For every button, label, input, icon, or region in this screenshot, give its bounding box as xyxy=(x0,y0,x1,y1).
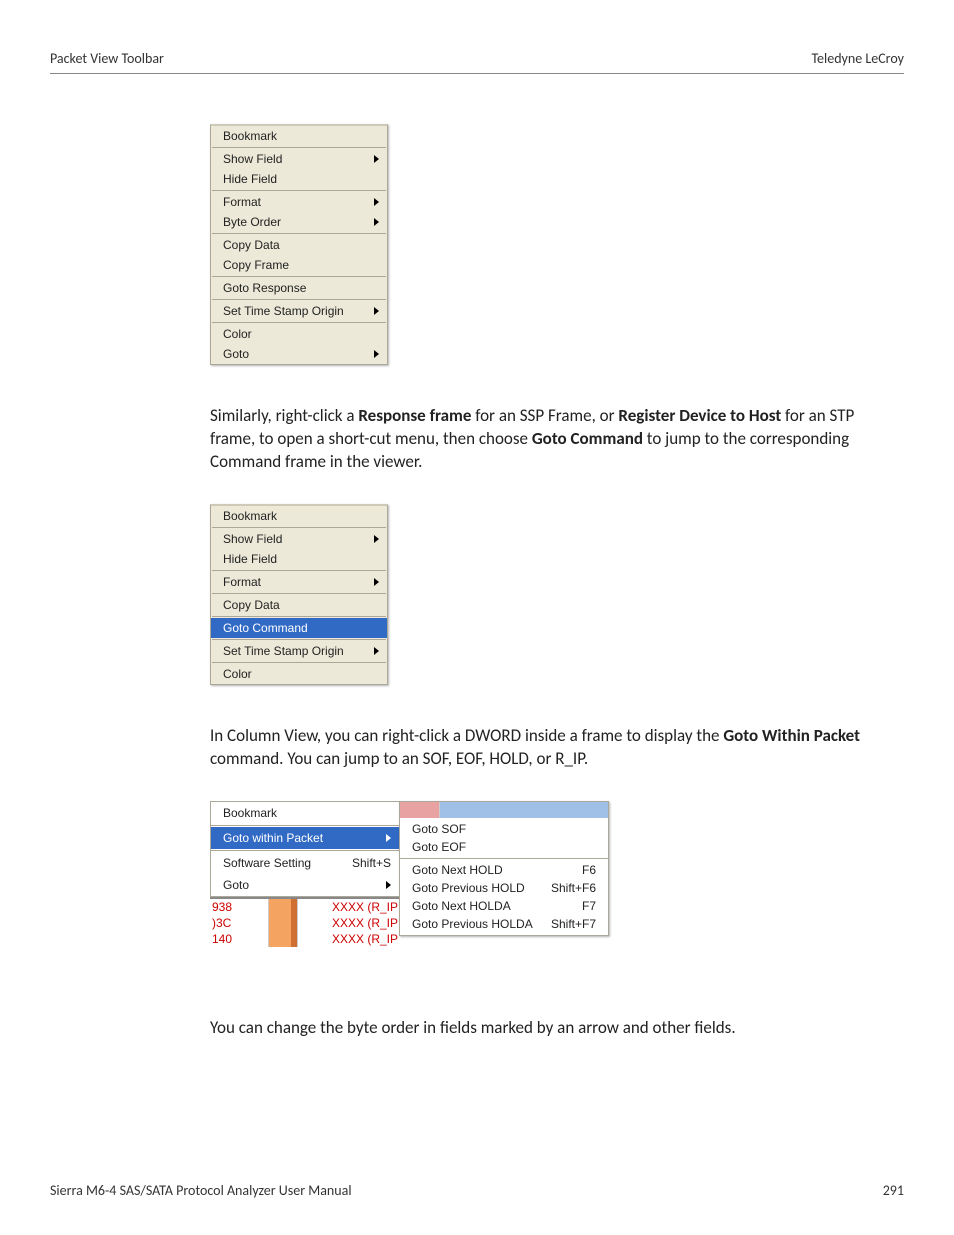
data-row: )3CXXXX (R_IP xyxy=(210,915,400,931)
menu-separator xyxy=(212,639,386,640)
submenu-arrow-icon xyxy=(374,155,379,163)
menu-separator xyxy=(212,147,386,148)
shortcut-label: F6 xyxy=(582,863,596,877)
data-cell-bar xyxy=(268,931,298,947)
submenu-arrow-icon xyxy=(374,218,379,226)
submenu-arrow-icon xyxy=(386,834,391,842)
menu-separator xyxy=(212,299,386,300)
submenu-arrow-icon xyxy=(374,307,379,315)
context-menu-3-with-submenu: Bookmark Goto within Packet Software Set… xyxy=(210,801,864,947)
submenu-item-goto-sof[interactable]: Goto SOF xyxy=(400,820,608,838)
submenu-arrow-icon xyxy=(374,647,379,655)
menu-item-byte-order[interactable]: Byte Order xyxy=(211,212,387,232)
data-cell-bar xyxy=(268,915,298,931)
submenu-arrow-icon xyxy=(386,881,391,889)
menu-separator xyxy=(212,662,386,663)
data-row: 140XXXX (R_IP xyxy=(210,931,400,947)
goto-within-packet-submenu: Goto SOF Goto EOF Goto Next HOLDF6 Goto … xyxy=(399,801,609,936)
submenu-item-next-hold[interactable]: Goto Next HOLDF6 xyxy=(400,861,608,879)
menu-separator xyxy=(212,233,386,234)
submenu-header-bar xyxy=(400,802,608,818)
submenu-item-next-holda[interactable]: Goto Next HOLDAF7 xyxy=(400,897,608,915)
submenu-item-goto-eof[interactable]: Goto EOF xyxy=(400,838,608,856)
menu-item-hide-field[interactable]: Hide Field xyxy=(211,169,387,189)
menu-item-color[interactable]: Color xyxy=(211,324,387,344)
menu-item-show-field[interactable]: Show Field xyxy=(211,149,387,169)
menu-separator xyxy=(212,616,386,617)
paragraph-1: Similarly, right-click a Response frame … xyxy=(210,405,864,474)
menu-item-copy-data[interactable]: Copy Data xyxy=(211,595,387,615)
data-cell-bar xyxy=(268,899,298,915)
menu-separator xyxy=(212,190,386,191)
shortcut-label: F7 xyxy=(582,899,596,913)
data-row: 938XXXX (R_IP xyxy=(210,899,400,915)
menu-item-copy-data[interactable]: Copy Data xyxy=(211,235,387,255)
shortcut-label: Shift+F7 xyxy=(551,917,596,931)
submenu-arrow-icon xyxy=(374,350,379,358)
page-header: Packet View Toolbar Teledyne LeCroy xyxy=(50,50,904,74)
menu-separator xyxy=(400,858,608,859)
submenu-arrow-icon xyxy=(374,578,379,586)
menu-item-show-field[interactable]: Show Field xyxy=(211,529,387,549)
footer-page-number: 291 xyxy=(883,1182,904,1199)
menu-item-copy-frame[interactable]: Copy Frame xyxy=(211,255,387,275)
shortcut-label: Shift+S xyxy=(352,856,391,870)
menu-item-bookmark[interactable]: Bookmark xyxy=(211,506,387,526)
menu-item-goto[interactable]: Goto xyxy=(211,874,399,896)
header-left: Packet View Toolbar xyxy=(50,50,164,67)
footer-left: Sierra M6-4 SAS/SATA Protocol Analyzer U… xyxy=(50,1182,352,1199)
shortcut-label: Shift+F6 xyxy=(551,881,596,895)
menu-item-goto-command[interactable]: Goto Command xyxy=(211,618,387,638)
menu-separator xyxy=(212,570,386,571)
submenu-arrow-icon xyxy=(374,535,379,543)
packet-data-rows: 938XXXX (R_IP )3CXXXX (R_IP 140XXXX (R_I… xyxy=(210,897,400,947)
page-footer: Sierra M6-4 SAS/SATA Protocol Analyzer U… xyxy=(50,1182,904,1199)
menu-separator xyxy=(212,593,386,594)
menu-item-goto-response[interactable]: Goto Response xyxy=(211,278,387,298)
menu-item-bookmark[interactable]: Bookmark xyxy=(211,802,399,824)
paragraph-3: You can change the byte order in fields … xyxy=(210,1017,864,1040)
menu-separator xyxy=(211,825,399,826)
menu-item-format[interactable]: Format xyxy=(211,192,387,212)
menu-item-goto-within-packet[interactable]: Goto within Packet xyxy=(211,827,399,849)
menu-separator xyxy=(212,527,386,528)
submenu-item-prev-holda[interactable]: Goto Previous HOLDAShift+F7 xyxy=(400,915,608,933)
menu-item-goto[interactable]: Goto xyxy=(211,344,387,364)
menu-item-set-timestamp[interactable]: Set Time Stamp Origin xyxy=(211,641,387,661)
context-menu-1: Bookmark Show Field Hide Field Format By… xyxy=(210,124,388,365)
menu-item-set-timestamp[interactable]: Set Time Stamp Origin xyxy=(211,301,387,321)
menu-separator xyxy=(211,850,399,851)
menu-separator xyxy=(212,322,386,323)
menu-item-bookmark[interactable]: Bookmark xyxy=(211,126,387,146)
context-menu-2: Bookmark Show Field Hide Field Format Co… xyxy=(210,504,388,685)
submenu-item-prev-hold[interactable]: Goto Previous HOLDShift+F6 xyxy=(400,879,608,897)
header-right: Teledyne LeCroy xyxy=(811,50,904,67)
menu-item-hide-field[interactable]: Hide Field xyxy=(211,549,387,569)
paragraph-2: In Column View, you can right-click a DW… xyxy=(210,725,864,771)
menu-separator xyxy=(212,276,386,277)
menu-item-format[interactable]: Format xyxy=(211,572,387,592)
menu-item-software-setting[interactable]: Software SettingShift+S xyxy=(211,852,399,874)
menu-item-color[interactable]: Color xyxy=(211,664,387,684)
submenu-arrow-icon xyxy=(374,198,379,206)
context-menu-3: Bookmark Goto within Packet Software Set… xyxy=(210,801,400,897)
